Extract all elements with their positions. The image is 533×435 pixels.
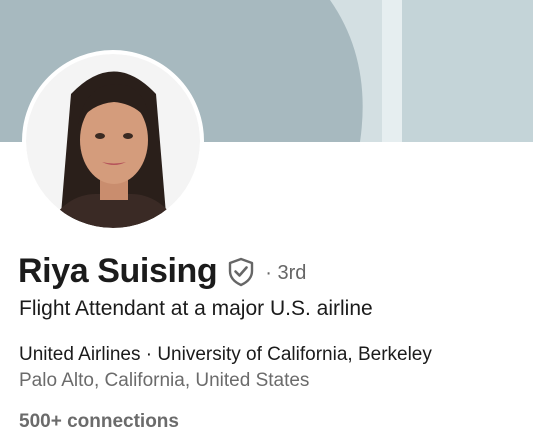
name-row: Riya Suising · 3rd [18,252,306,291]
profile-location: Palo Alto, California, United States [19,370,310,391]
connections-count[interactable]: 500+ connections [19,411,179,433]
profile-avatar[interactable] [22,50,204,232]
profile-affiliations[interactable]: United Airlines · University of Californ… [19,344,432,366]
profile-headline: Flight Attendant at a major U.S. airline [19,297,373,320]
profile-name: Riya Suising [18,252,218,290]
shield-check-icon[interactable] [227,257,255,287]
connection-degree: · 3rd [265,261,307,284]
